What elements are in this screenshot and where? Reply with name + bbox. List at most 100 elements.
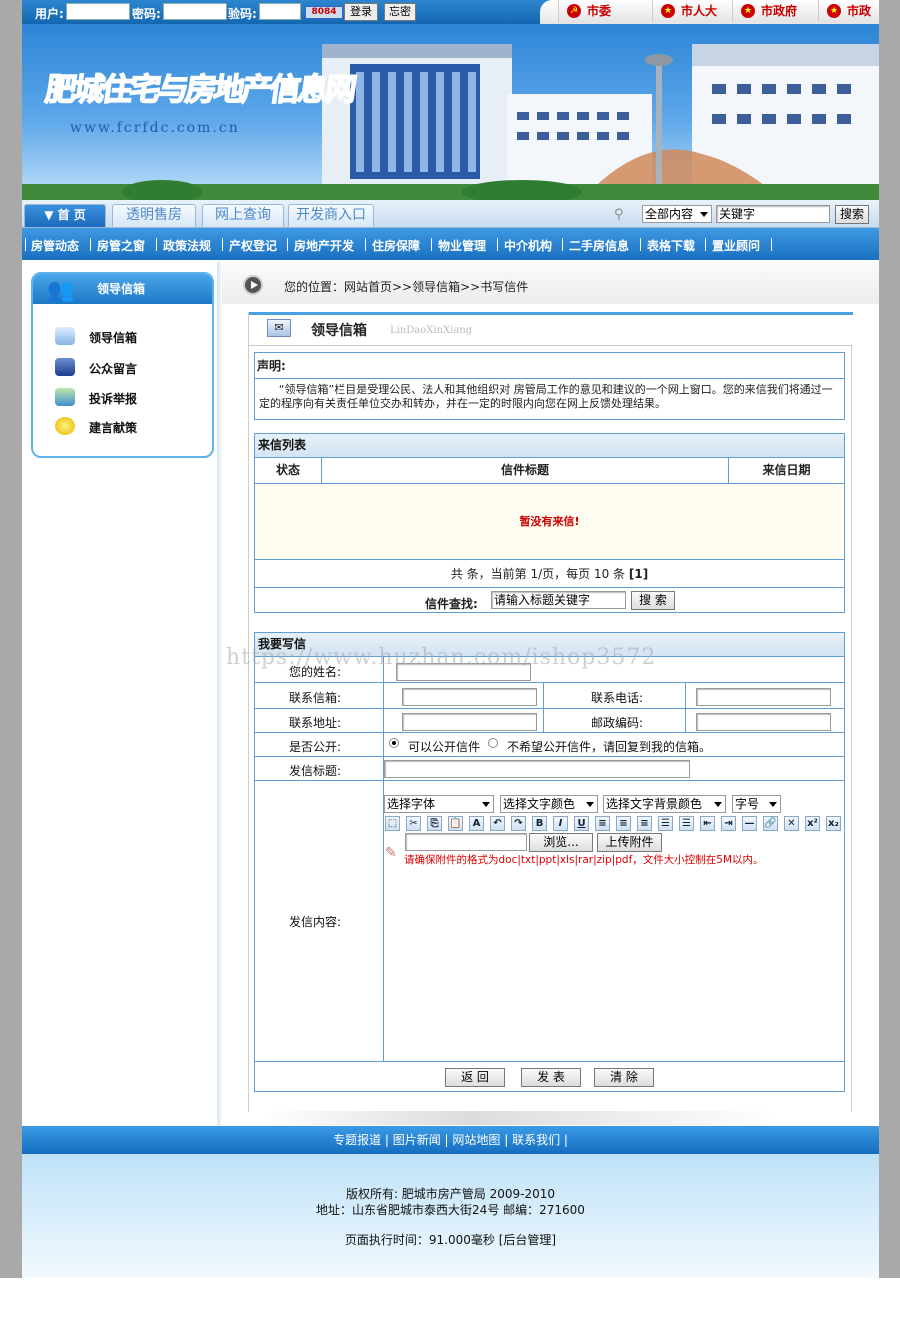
footer-exec-time: 页面执行时间：91.000毫秒 [后台管理]	[344, 1233, 557, 1247]
font-size-select[interactable]: 字号	[732, 795, 781, 813]
breadcrumb-path[interactable]: 网站首页>>领导信箱>>书写信件	[344, 278, 528, 295]
phone-input[interactable]	[696, 688, 831, 706]
tab-transparent-sales[interactable]: 透明售房	[112, 204, 196, 227]
footer-nav[interactable]: 专题报道 | 图片新闻 | 网站地图 | 联系我们 |	[22, 1126, 879, 1154]
menu-item-policies[interactable]: 政策法规	[163, 237, 211, 254]
chevron-down-icon	[482, 802, 490, 807]
forgot-password-button[interactable]: 忘密	[384, 3, 416, 21]
menu-item-real-estate-development[interactable]: 房地产开发	[294, 237, 354, 254]
menu-item-form-download[interactable]: 表格下载	[647, 237, 695, 254]
undo-icon[interactable]: ↶	[490, 816, 505, 831]
declaration-text: “领导信箱”栏目是受理公民、法人和其他组织对 房管局工作的意见和建议的一个网上窗…	[259, 383, 833, 410]
email-label-cell: 联系信箱:	[255, 683, 384, 709]
menu-divider	[705, 238, 706, 251]
highlight-icon[interactable]: A	[469, 816, 484, 831]
menu-divider	[365, 238, 366, 251]
search-keyword-input[interactable]: 关键字	[716, 205, 830, 223]
chevron-down-icon	[714, 802, 722, 807]
bold-icon[interactable]: B	[532, 816, 547, 831]
redo-icon[interactable]: ↷	[511, 816, 526, 831]
menu-item-property-management[interactable]: 物业管理	[438, 237, 486, 254]
address-input[interactable]	[402, 713, 537, 731]
link-icon[interactable]: 🔗	[763, 816, 778, 831]
subject-input[interactable]	[384, 760, 690, 778]
outdent-icon[interactable]: ⇤	[700, 816, 715, 831]
sidebar-item-public-message[interactable]: 公众留言	[89, 360, 137, 377]
attachment-note: 请确保附件的格式为doc|txt|ppt|xls|rar|zip|pdf，文件大…	[404, 854, 764, 866]
menu-item-property-registration[interactable]: 产权登记	[229, 237, 277, 254]
font-family-select[interactable]: 选择字体	[384, 795, 494, 813]
sidebar-item-leader-mailbox[interactable]: 领导信箱	[89, 329, 137, 346]
upload-attachment-button[interactable]: 上传附件	[597, 833, 662, 852]
indent-icon[interactable]: ⇥	[721, 816, 736, 831]
postcode-input[interactable]	[696, 713, 831, 731]
tab-online-query[interactable]: 网上查询	[202, 204, 284, 227]
letter-search-input[interactable]: 请输入标题关键字	[491, 591, 626, 609]
gov-links-bar: ☭市委 ★市人大 ★市政府 ★市政协	[540, 0, 879, 40]
public-yes-radio[interactable]	[389, 738, 399, 748]
empty-letters-message: 暂没有来信!	[255, 484, 844, 560]
tab-developer-entry[interactable]: 开发商入口	[288, 204, 374, 227]
login-button[interactable]: 登录	[344, 3, 378, 21]
user-input[interactable]	[66, 3, 130, 20]
public-label-cell: 是否公开:	[255, 733, 384, 757]
site-logo: 肥城住宅与房地产信息网	[42, 71, 357, 109]
send-button[interactable]: 发 表	[521, 1068, 581, 1087]
letter-search-button[interactable]: 搜 索	[631, 591, 675, 610]
public-no-radio[interactable]	[488, 738, 498, 748]
gov-link-government[interactable]: ★ 市政府	[732, 0, 818, 22]
pagination: 共 条，当前第 1/页，每页 10 条 [1]	[255, 560, 844, 588]
search-scope-select[interactable]: 全部内容	[642, 205, 712, 223]
align-center-icon[interactable]: ≡	[616, 816, 631, 831]
italic-icon[interactable]: I	[553, 816, 568, 831]
clear-button[interactable]: 清 除	[594, 1068, 654, 1087]
text-background-color-select[interactable]: 选择文字背景颜色	[603, 795, 726, 813]
select-all-icon[interactable]: ⬚	[385, 816, 400, 831]
gov-link-congress[interactable]: ★ 市人大	[652, 0, 732, 22]
password-input[interactable]	[163, 3, 227, 20]
menu-item-property-consultant[interactable]: 置业顾问	[712, 237, 760, 254]
page-link[interactable]: [1]	[629, 567, 648, 581]
email-input[interactable]	[402, 688, 537, 706]
back-button[interactable]: 返 回	[445, 1068, 505, 1087]
menu-item-housing-window[interactable]: 房管之窗	[97, 237, 145, 254]
superscript-icon[interactable]: x²	[805, 816, 820, 831]
pencil-icon: ✎	[385, 845, 397, 861]
horizontal-rule-icon[interactable]: —	[742, 816, 757, 831]
public-no-label: 不希望公开信件，请回复到我的信箱。	[507, 740, 712, 754]
search-button[interactable]: 搜索	[835, 205, 869, 224]
menu-divider	[771, 238, 772, 251]
ordered-list-icon[interactable]: ☰	[658, 816, 673, 831]
name-input[interactable]	[396, 663, 531, 681]
content-label-cell: 发信内容:	[255, 781, 384, 1062]
menu-item-housing-security[interactable]: 住房保障	[372, 237, 420, 254]
text-color-select[interactable]: 选择文字颜色	[500, 795, 598, 813]
paste-icon[interactable]: 📋	[448, 816, 463, 831]
sidebar-item-complaints[interactable]: 投诉举报	[89, 390, 137, 407]
subject-label: 发信标题:	[289, 764, 342, 778]
menu-divider	[640, 238, 641, 251]
align-left-icon[interactable]: ≡	[595, 816, 610, 831]
copy-icon[interactable]: ⎘	[427, 816, 442, 831]
gov-link-cppcc[interactable]: ★市政协	[818, 0, 879, 40]
attachment-file-input[interactable]	[405, 833, 527, 851]
triangle-down-icon: ▼	[44, 208, 54, 222]
align-right-icon[interactable]: ≡	[637, 816, 652, 831]
subscript-icon[interactable]: x₂	[826, 816, 841, 831]
tab-home[interactable]: ▼ 首 页	[24, 204, 106, 227]
unlink-icon[interactable]: ✕	[784, 816, 799, 831]
browse-button[interactable]: 浏览...	[529, 833, 593, 852]
cut-icon[interactable]: ✂	[406, 816, 421, 831]
menu-item-second-hand-housing[interactable]: 二手房信息	[569, 237, 629, 254]
breadcrumb: 您的位置： 网站首页>>领导信箱>>书写信件	[222, 262, 879, 304]
unordered-list-icon[interactable]: ☰	[679, 816, 694, 831]
menu-item-agencies[interactable]: 中介机构	[504, 237, 552, 254]
chevron-down-icon	[769, 802, 777, 807]
underline-icon[interactable]: U	[574, 816, 589, 831]
menu-item-housing-news[interactable]: 房管动态	[31, 237, 79, 254]
gov-link-party[interactable]: ☭ 市委	[558, 0, 652, 22]
emblem-icon: ★	[661, 4, 675, 18]
chevron-down-icon	[586, 802, 594, 807]
captcha-input[interactable]	[259, 3, 301, 20]
sidebar-item-suggestions[interactable]: 建言献策	[89, 419, 137, 436]
